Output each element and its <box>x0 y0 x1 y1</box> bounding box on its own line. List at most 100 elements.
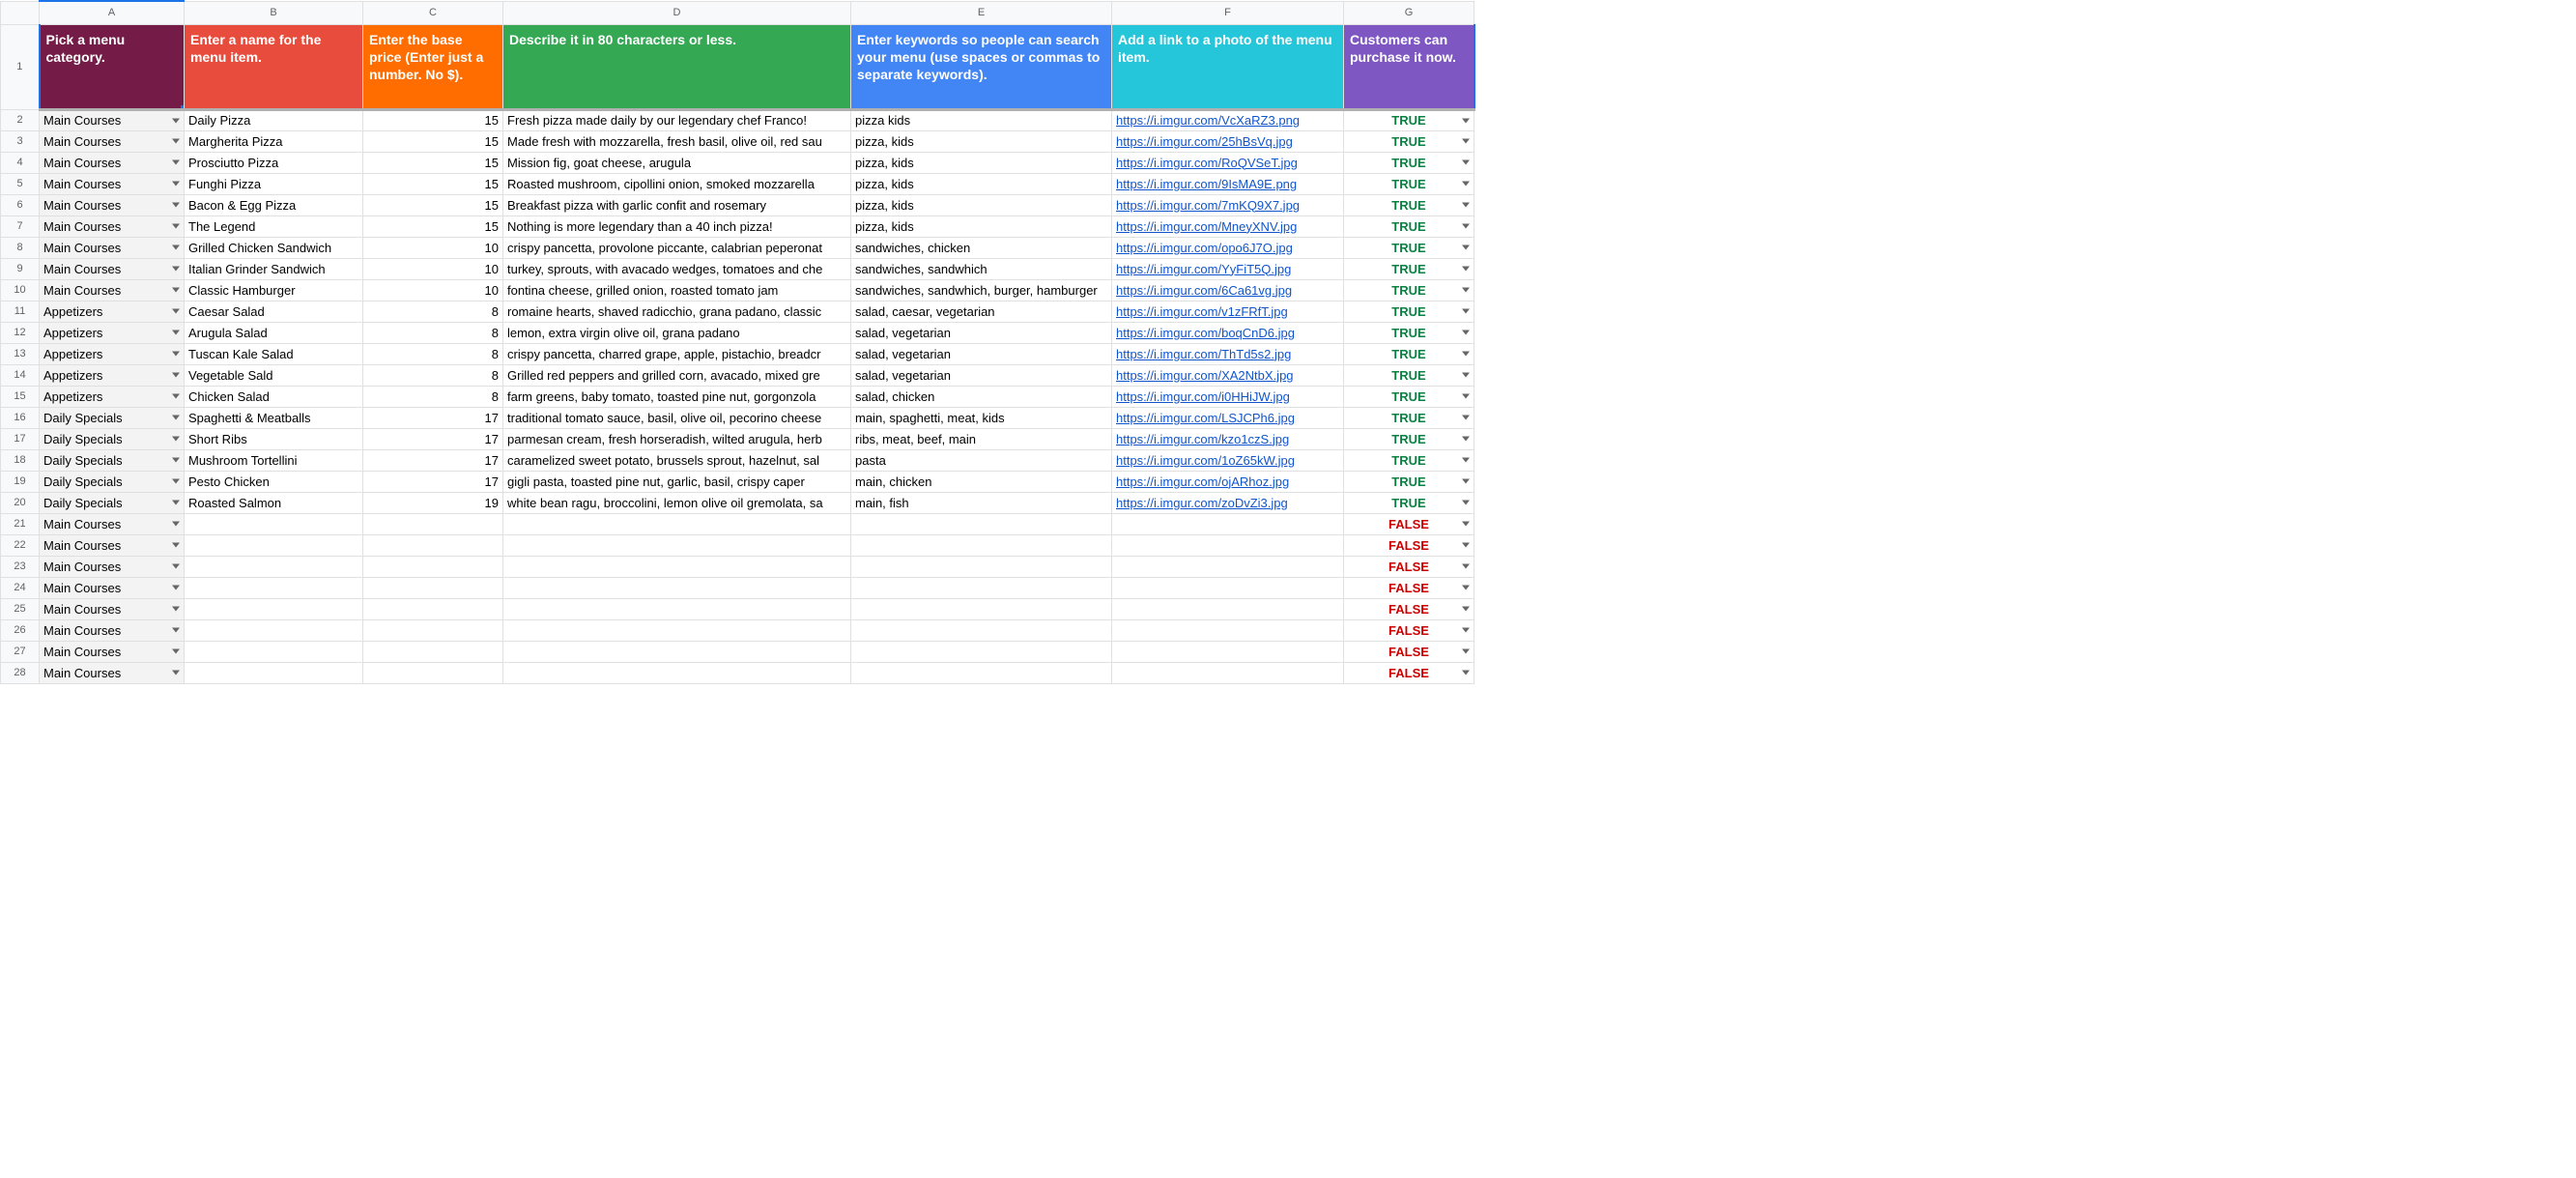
description-cell[interactable]: romaine hearts, shaved radicchio, grana … <box>503 301 851 322</box>
header-category[interactable]: Pick a menu category. <box>40 24 185 109</box>
photo-link-cell[interactable]: https://i.imgur.com/opo6J7O.jpg <box>1112 237 1344 258</box>
photo-link-cell[interactable]: https://i.imgur.com/VcXaRZ3.png <box>1112 109 1344 130</box>
description-cell[interactable]: crispy pancetta, charred grape, apple, p… <box>503 343 851 364</box>
description-cell[interactable]: Grilled red peppers and grilled corn, av… <box>503 364 851 386</box>
photo-link[interactable]: https://i.imgur.com/RoQVSeT.jpg <box>1116 156 1298 170</box>
price-cell[interactable]: 8 <box>363 386 503 407</box>
name-cell[interactable]: Pesto Chicken <box>185 471 363 492</box>
keywords-cell[interactable]: pizza, kids <box>851 130 1112 152</box>
keywords-cell[interactable]: pizza, kids <box>851 152 1112 173</box>
keywords-cell[interactable] <box>851 619 1112 641</box>
name-cell[interactable]: Grilled Chicken Sandwich <box>185 237 363 258</box>
row-header[interactable]: 19 <box>1 471 40 492</box>
header-keywords[interactable]: Enter keywords so people can search your… <box>851 24 1112 109</box>
photo-link-cell[interactable]: https://i.imgur.com/25hBsVq.jpg <box>1112 130 1344 152</box>
header-price[interactable]: Enter the base price (Enter just a numbe… <box>363 24 503 109</box>
purchase-cell[interactable]: FALSE <box>1344 577 1474 598</box>
name-cell[interactable]: Prosciutto Pizza <box>185 152 363 173</box>
category-cell[interactable]: Main Courses <box>40 237 185 258</box>
photo-link[interactable]: https://i.imgur.com/boqCnD6.jpg <box>1116 326 1295 340</box>
name-cell[interactable]: Roasted Salmon <box>185 492 363 513</box>
purchase-cell[interactable]: TRUE <box>1344 279 1474 301</box>
keywords-cell[interactable]: main, fish <box>851 492 1112 513</box>
name-cell[interactable] <box>185 534 363 556</box>
col-header-E[interactable]: E <box>851 1 1112 24</box>
col-header-D[interactable]: D <box>503 1 851 24</box>
row-header[interactable]: 26 <box>1 619 40 641</box>
photo-link[interactable]: https://i.imgur.com/i0HHiJW.jpg <box>1116 389 1290 404</box>
name-cell[interactable]: Daily Pizza <box>185 109 363 130</box>
keywords-cell[interactable]: salad, vegetarian <box>851 364 1112 386</box>
photo-link-cell[interactable]: https://i.imgur.com/XA2NtbX.jpg <box>1112 364 1344 386</box>
row-header[interactable]: 9 <box>1 258 40 279</box>
keywords-cell[interactable]: salad, vegetarian <box>851 343 1112 364</box>
category-cell[interactable]: Daily Specials <box>40 428 185 449</box>
photo-link[interactable]: https://i.imgur.com/9IsMA9E.png <box>1116 177 1297 191</box>
description-cell[interactable]: Breakfast pizza with garlic confit and r… <box>503 194 851 215</box>
photo-link-cell[interactable]: https://i.imgur.com/6Ca61vg.jpg <box>1112 279 1344 301</box>
photo-link[interactable]: https://i.imgur.com/VcXaRZ3.png <box>1116 113 1300 128</box>
description-cell[interactable]: farm greens, baby tomato, toasted pine n… <box>503 386 851 407</box>
price-cell[interactable] <box>363 534 503 556</box>
photo-link[interactable]: https://i.imgur.com/v1zFRfT.jpg <box>1116 304 1288 319</box>
name-cell[interactable] <box>185 598 363 619</box>
name-cell[interactable]: Margherita Pizza <box>185 130 363 152</box>
price-cell[interactable]: 10 <box>363 258 503 279</box>
row-header[interactable]: 10 <box>1 279 40 301</box>
row-header[interactable]: 4 <box>1 152 40 173</box>
name-cell[interactable]: Classic Hamburger <box>185 279 363 301</box>
category-cell[interactable]: Main Courses <box>40 152 185 173</box>
category-cell[interactable]: Appetizers <box>40 301 185 322</box>
header-purchase[interactable]: Customers can purchase it now. <box>1344 24 1474 109</box>
category-cell[interactable]: Daily Specials <box>40 407 185 428</box>
price-cell[interactable]: 8 <box>363 343 503 364</box>
name-cell[interactable]: Italian Grinder Sandwich <box>185 258 363 279</box>
category-cell[interactable]: Main Courses <box>40 577 185 598</box>
row-header[interactable]: 14 <box>1 364 40 386</box>
keywords-cell[interactable]: sandwiches, sandwhich, burger, hamburger <box>851 279 1112 301</box>
name-cell[interactable]: Arugula Salad <box>185 322 363 343</box>
price-cell[interactable]: 17 <box>363 407 503 428</box>
price-cell[interactable]: 15 <box>363 130 503 152</box>
photo-link[interactable]: https://i.imgur.com/ThTd5s2.jpg <box>1116 347 1291 361</box>
col-header-F[interactable]: F <box>1112 1 1344 24</box>
keywords-cell[interactable] <box>851 556 1112 577</box>
row-header[interactable]: 21 <box>1 513 40 534</box>
header-description[interactable]: Describe it in 80 characters or less. <box>503 24 851 109</box>
name-cell[interactable]: Chicken Salad <box>185 386 363 407</box>
price-cell[interactable]: 10 <box>363 279 503 301</box>
spreadsheet-grid[interactable]: A B C D E F G 1 Pick a menu category. En… <box>0 0 1475 684</box>
price-cell[interactable] <box>363 619 503 641</box>
name-cell[interactable]: Vegetable Sald <box>185 364 363 386</box>
category-cell[interactable]: Main Courses <box>40 534 185 556</box>
row-header[interactable]: 18 <box>1 449 40 471</box>
purchase-cell[interactable]: TRUE <box>1344 386 1474 407</box>
photo-link[interactable]: https://i.imgur.com/zoDvZi3.jpg <box>1116 496 1288 510</box>
description-cell[interactable] <box>503 598 851 619</box>
row-header[interactable]: 6 <box>1 194 40 215</box>
photo-link-cell[interactable]: https://i.imgur.com/LSJCPh6.jpg <box>1112 407 1344 428</box>
photo-link[interactable]: https://i.imgur.com/MneyXNV.jpg <box>1116 219 1297 234</box>
description-cell[interactable]: white bean ragu, broccolini, lemon olive… <box>503 492 851 513</box>
name-cell[interactable] <box>185 641 363 662</box>
row-header[interactable]: 27 <box>1 641 40 662</box>
price-cell[interactable]: 17 <box>363 428 503 449</box>
keywords-cell[interactable]: main, spaghetti, meat, kids <box>851 407 1112 428</box>
price-cell[interactable]: 15 <box>363 152 503 173</box>
category-cell[interactable]: Main Courses <box>40 173 185 194</box>
name-cell[interactable]: Mushroom Tortellini <box>185 449 363 471</box>
purchase-cell[interactable]: FALSE <box>1344 619 1474 641</box>
photo-link[interactable]: https://i.imgur.com/1oZ65kW.jpg <box>1116 453 1295 468</box>
price-cell[interactable] <box>363 556 503 577</box>
category-cell[interactable]: Main Courses <box>40 279 185 301</box>
name-cell[interactable]: Funghi Pizza <box>185 173 363 194</box>
keywords-cell[interactable]: sandwiches, sandwhich <box>851 258 1112 279</box>
photo-link-cell[interactable]: https://i.imgur.com/1oZ65kW.jpg <box>1112 449 1344 471</box>
keywords-cell[interactable]: pizza, kids <box>851 215 1112 237</box>
purchase-cell[interactable]: TRUE <box>1344 322 1474 343</box>
name-cell[interactable]: Spaghetti & Meatballs <box>185 407 363 428</box>
name-cell[interactable]: Short Ribs <box>185 428 363 449</box>
purchase-cell[interactable]: TRUE <box>1344 301 1474 322</box>
description-cell[interactable] <box>503 662 851 683</box>
photo-link-cell[interactable]: https://i.imgur.com/YyFiT5Q.jpg <box>1112 258 1344 279</box>
